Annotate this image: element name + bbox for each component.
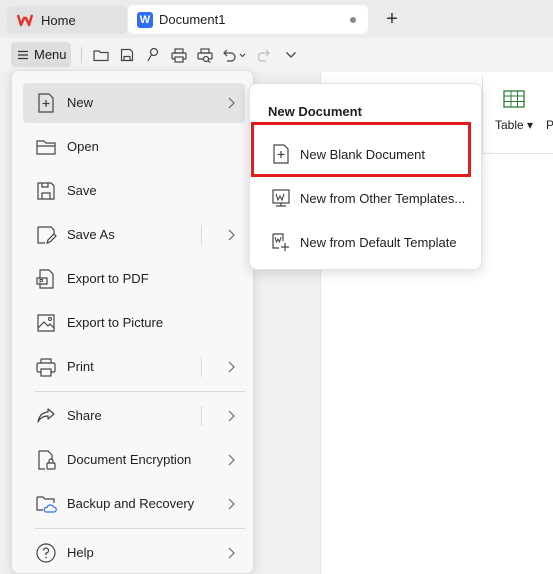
- help-icon: [36, 543, 56, 563]
- print-preview-icon[interactable]: [194, 44, 216, 66]
- main-menu-panel: New Open Save Save As Export to PDF Expo…: [11, 70, 254, 574]
- pdf-icon: [36, 269, 54, 289]
- menu-item-label: Document Encryption: [67, 452, 192, 467]
- chevron-right-icon[interactable]: [226, 360, 236, 374]
- submenu-item-label: New Blank Document: [300, 147, 425, 162]
- menu-item-share[interactable]: Share: [23, 396, 245, 436]
- menu-item-save[interactable]: Save: [23, 171, 245, 211]
- new-from-templates-item[interactable]: New from Other Templates...: [256, 178, 474, 218]
- menu-item-help[interactable]: Help: [23, 533, 245, 573]
- menu-item-backup-recovery[interactable]: Backup and Recovery: [23, 484, 245, 524]
- tab-home-label: Home: [41, 12, 76, 28]
- unsaved-dot-icon[interactable]: [350, 17, 356, 23]
- more-dropdown-icon[interactable]: [280, 44, 302, 66]
- menu-item-label: Export to PDF: [67, 271, 149, 286]
- quick-access-toolbar: Menu: [0, 38, 553, 72]
- menu-item-label: Export to Picture: [67, 315, 164, 330]
- submenu-item-label: New from Default Template: [300, 235, 457, 250]
- hamburger-icon: [18, 50, 28, 59]
- ribbon-table-group: Table ▾ P: [482, 76, 553, 154]
- chevron-right-icon[interactable]: [226, 228, 236, 242]
- menu-item-label: Open: [67, 139, 99, 154]
- redo-icon[interactable]: [254, 44, 276, 66]
- menu-item-document-encryption[interactable]: Document Encryption: [23, 440, 245, 480]
- new-document-submenu: New Document New Blank Document New from…: [249, 83, 482, 270]
- folder-icon: [36, 140, 56, 155]
- submenu-divider: [201, 225, 202, 245]
- print-icon: [36, 358, 56, 377]
- menu-item-label: Share: [67, 408, 102, 423]
- new-tab-button[interactable]: +: [382, 8, 402, 30]
- encryption-icon: [38, 450, 56, 470]
- word-document-icon: W: [137, 11, 153, 28]
- submenu-divider: [201, 357, 202, 377]
- chevron-right-icon: [228, 498, 235, 510]
- save-icon[interactable]: [116, 44, 138, 66]
- chevron-right-icon[interactable]: [226, 409, 236, 423]
- menu-item-label: New: [67, 95, 94, 110]
- menu-divider: [35, 528, 245, 529]
- menu-divider: [35, 391, 245, 392]
- menu-item-open[interactable]: Open: [23, 127, 245, 167]
- chevron-right-icon: [228, 547, 235, 559]
- picture-icon: [37, 314, 55, 332]
- ribbon-clipped-label: P: [546, 118, 553, 132]
- chevron-right-icon: [228, 97, 235, 109]
- menu-item-label: Save As: [67, 227, 115, 242]
- tab-document[interactable]: W Document1: [128, 5, 368, 34]
- save-as-icon: [37, 226, 57, 244]
- submenu-title: New Document: [268, 104, 362, 119]
- toolbar-divider: [81, 47, 82, 63]
- menu-item-label: Help: [67, 545, 94, 560]
- menu-item-export-pdf[interactable]: Export to PDF: [23, 259, 245, 299]
- blank-document-icon: [273, 144, 289, 164]
- new-blank-document-item[interactable]: New Blank Document: [256, 134, 474, 174]
- table-button-label[interactable]: Table ▾: [495, 118, 533, 132]
- menu-item-label: Print: [67, 359, 94, 374]
- menu-item-export-picture[interactable]: Export to Picture: [23, 303, 245, 343]
- new-from-default-template-item[interactable]: New from Default Template: [256, 222, 474, 262]
- save-icon: [37, 182, 55, 200]
- menu-item-new[interactable]: New: [23, 83, 245, 123]
- menu-item-save-as[interactable]: Save As: [23, 215, 245, 255]
- open-folder-icon[interactable]: [90, 44, 112, 66]
- backup-icon: [36, 496, 57, 513]
- format-painter-icon[interactable]: [142, 44, 164, 66]
- share-icon: [37, 408, 55, 423]
- undo-icon[interactable]: [220, 44, 250, 66]
- submenu-divider: [201, 406, 202, 426]
- template-icon: [272, 189, 290, 207]
- table-icon[interactable]: [503, 90, 525, 108]
- menu-button[interactable]: Menu: [11, 42, 71, 67]
- print-icon[interactable]: [168, 44, 190, 66]
- new-file-icon: [38, 93, 54, 113]
- chevron-right-icon: [228, 454, 235, 466]
- submenu-item-label: New from Other Templates...: [300, 191, 466, 206]
- menu-item-label: Save: [67, 183, 97, 198]
- tab-bar: Home W Document1 +: [0, 0, 553, 38]
- wps-logo-icon: [17, 14, 33, 27]
- menu-item-print[interactable]: Print: [23, 347, 245, 387]
- menu-item-label: Backup and Recovery: [67, 496, 195, 511]
- tab-home[interactable]: Home: [7, 6, 127, 34]
- default-template-icon: [272, 233, 289, 251]
- menu-button-label: Menu: [34, 47, 67, 62]
- tab-document-label: Document1: [159, 12, 226, 27]
